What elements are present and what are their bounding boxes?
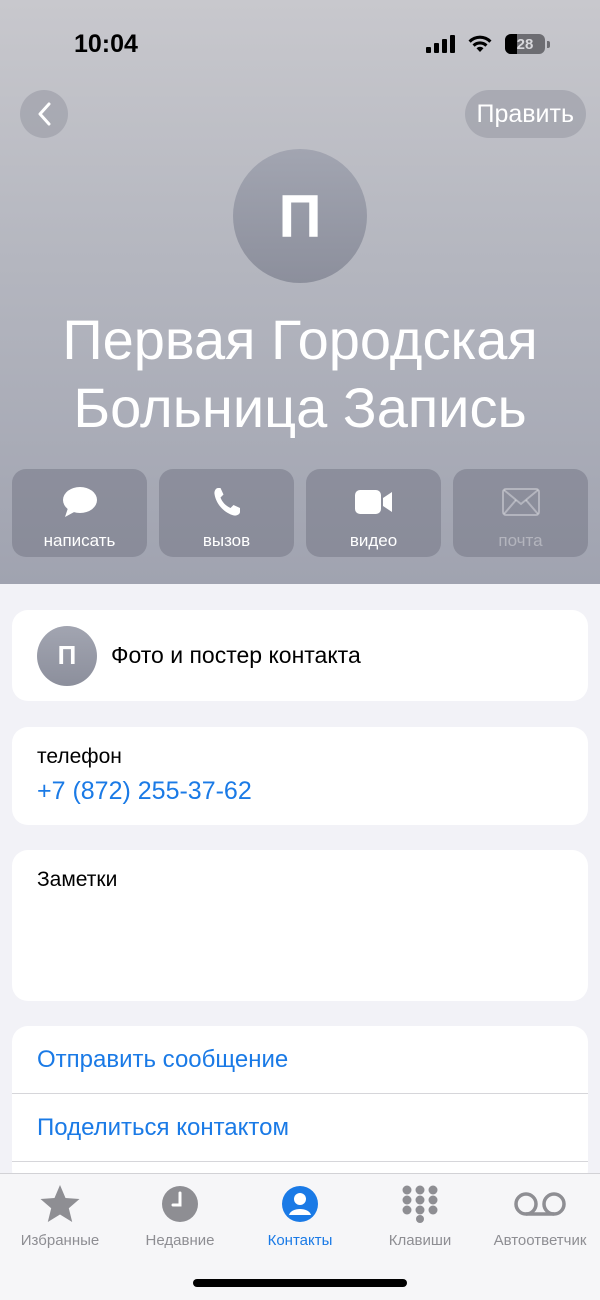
wifi-icon — [468, 35, 492, 52]
status-bar: 10:04 28 — [0, 0, 600, 90]
video-action-button[interactable]: видео — [306, 469, 441, 557]
chevron-left-icon — [38, 102, 51, 126]
photo-poster-label: Фото и постер контакта — [111, 642, 361, 668]
tab-keypad[interactable]: Клавиши — [360, 1182, 480, 1249]
mail-icon — [501, 485, 540, 519]
message-icon — [62, 485, 98, 519]
star-icon — [39, 1182, 81, 1226]
contact-name-line-2: Больница Запись — [73, 376, 527, 439]
actions-list: Отправить сообщение Поделиться контактом — [12, 1026, 588, 1186]
message-action-label: написать — [43, 531, 116, 550]
cellular-signal-icon — [426, 35, 455, 53]
back-button[interactable] — [20, 90, 68, 138]
battery-icon: 28 — [505, 34, 545, 54]
battery-cap — [547, 40, 550, 48]
tab-favorites[interactable]: Избранные — [0, 1182, 120, 1249]
message-action-button[interactable]: написать — [12, 469, 147, 557]
tab-contacts[interactable]: Контакты — [240, 1182, 360, 1249]
status-icons: 28 — [426, 34, 550, 54]
notes-card[interactable]: Заметки — [12, 850, 588, 1001]
keypad-icon — [401, 1182, 439, 1226]
tab-favorites-label: Избранные — [20, 1232, 100, 1249]
mail-action-button[interactable]: почта — [453, 469, 588, 557]
clock-icon — [161, 1182, 199, 1226]
tab-keypad-label: Клавиши — [388, 1232, 452, 1249]
call-action-button[interactable]: вызов — [159, 469, 294, 557]
share-contact-link[interactable]: Поделиться контактом — [12, 1094, 588, 1162]
video-action-label: видео — [349, 531, 398, 550]
edit-button[interactable]: Править — [464, 90, 586, 138]
contact-name-line-1: Первая Городская — [62, 308, 538, 371]
contact-avatar: П — [233, 149, 367, 283]
tab-recents[interactable]: Недавние — [120, 1182, 240, 1249]
notes-label: Заметки — [37, 868, 118, 891]
tab-contacts-label: Контакты — [267, 1232, 333, 1249]
send-message-link[interactable]: Отправить сообщение — [12, 1026, 588, 1094]
voicemail-icon — [513, 1182, 567, 1226]
phone-number-link[interactable]: +7 (872) 255-37-62 — [37, 777, 563, 806]
status-time: 10:04 — [74, 30, 138, 58]
video-icon — [354, 485, 394, 519]
avatar: П — [37, 625, 97, 686]
call-action-label: вызов — [202, 531, 251, 550]
tab-voicemail-label: Автоответчик — [493, 1232, 587, 1249]
contact-header: 10:04 28 Править П Первая Городская Боль… — [0, 0, 600, 584]
phone-card[interactable]: телефон +7 (872) 255-37-62 — [12, 727, 588, 825]
contact-photo-poster-row[interactable]: П Фото и постер контакта — [12, 610, 588, 701]
phone-label: телефон — [37, 745, 122, 768]
phone-icon — [212, 485, 242, 519]
quick-actions: написать вызов видео почта — [12, 469, 588, 557]
tab-voicemail[interactable]: Автоответчик — [480, 1182, 600, 1249]
tab-recents-label: Недавние — [145, 1232, 215, 1249]
home-indicator — [193, 1279, 407, 1287]
person-icon — [281, 1182, 319, 1226]
mail-action-label: почта — [498, 531, 543, 550]
battery-level: 28 — [516, 35, 534, 53]
contact-name: Первая Городская Больница Запись — [0, 306, 600, 442]
